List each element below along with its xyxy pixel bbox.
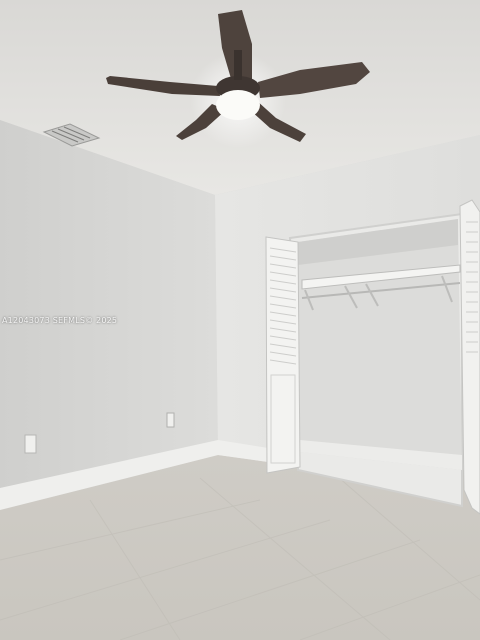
wall-outlet-corner [166,412,175,428]
wall-outlet [24,434,37,454]
fan-light [216,90,260,120]
fan-downrod [234,50,242,80]
room-photo: A12043073 SEFMLS© 2025 [0,0,480,640]
mls-watermark: A12043073 SEFMLS© 2025 [2,316,118,325]
